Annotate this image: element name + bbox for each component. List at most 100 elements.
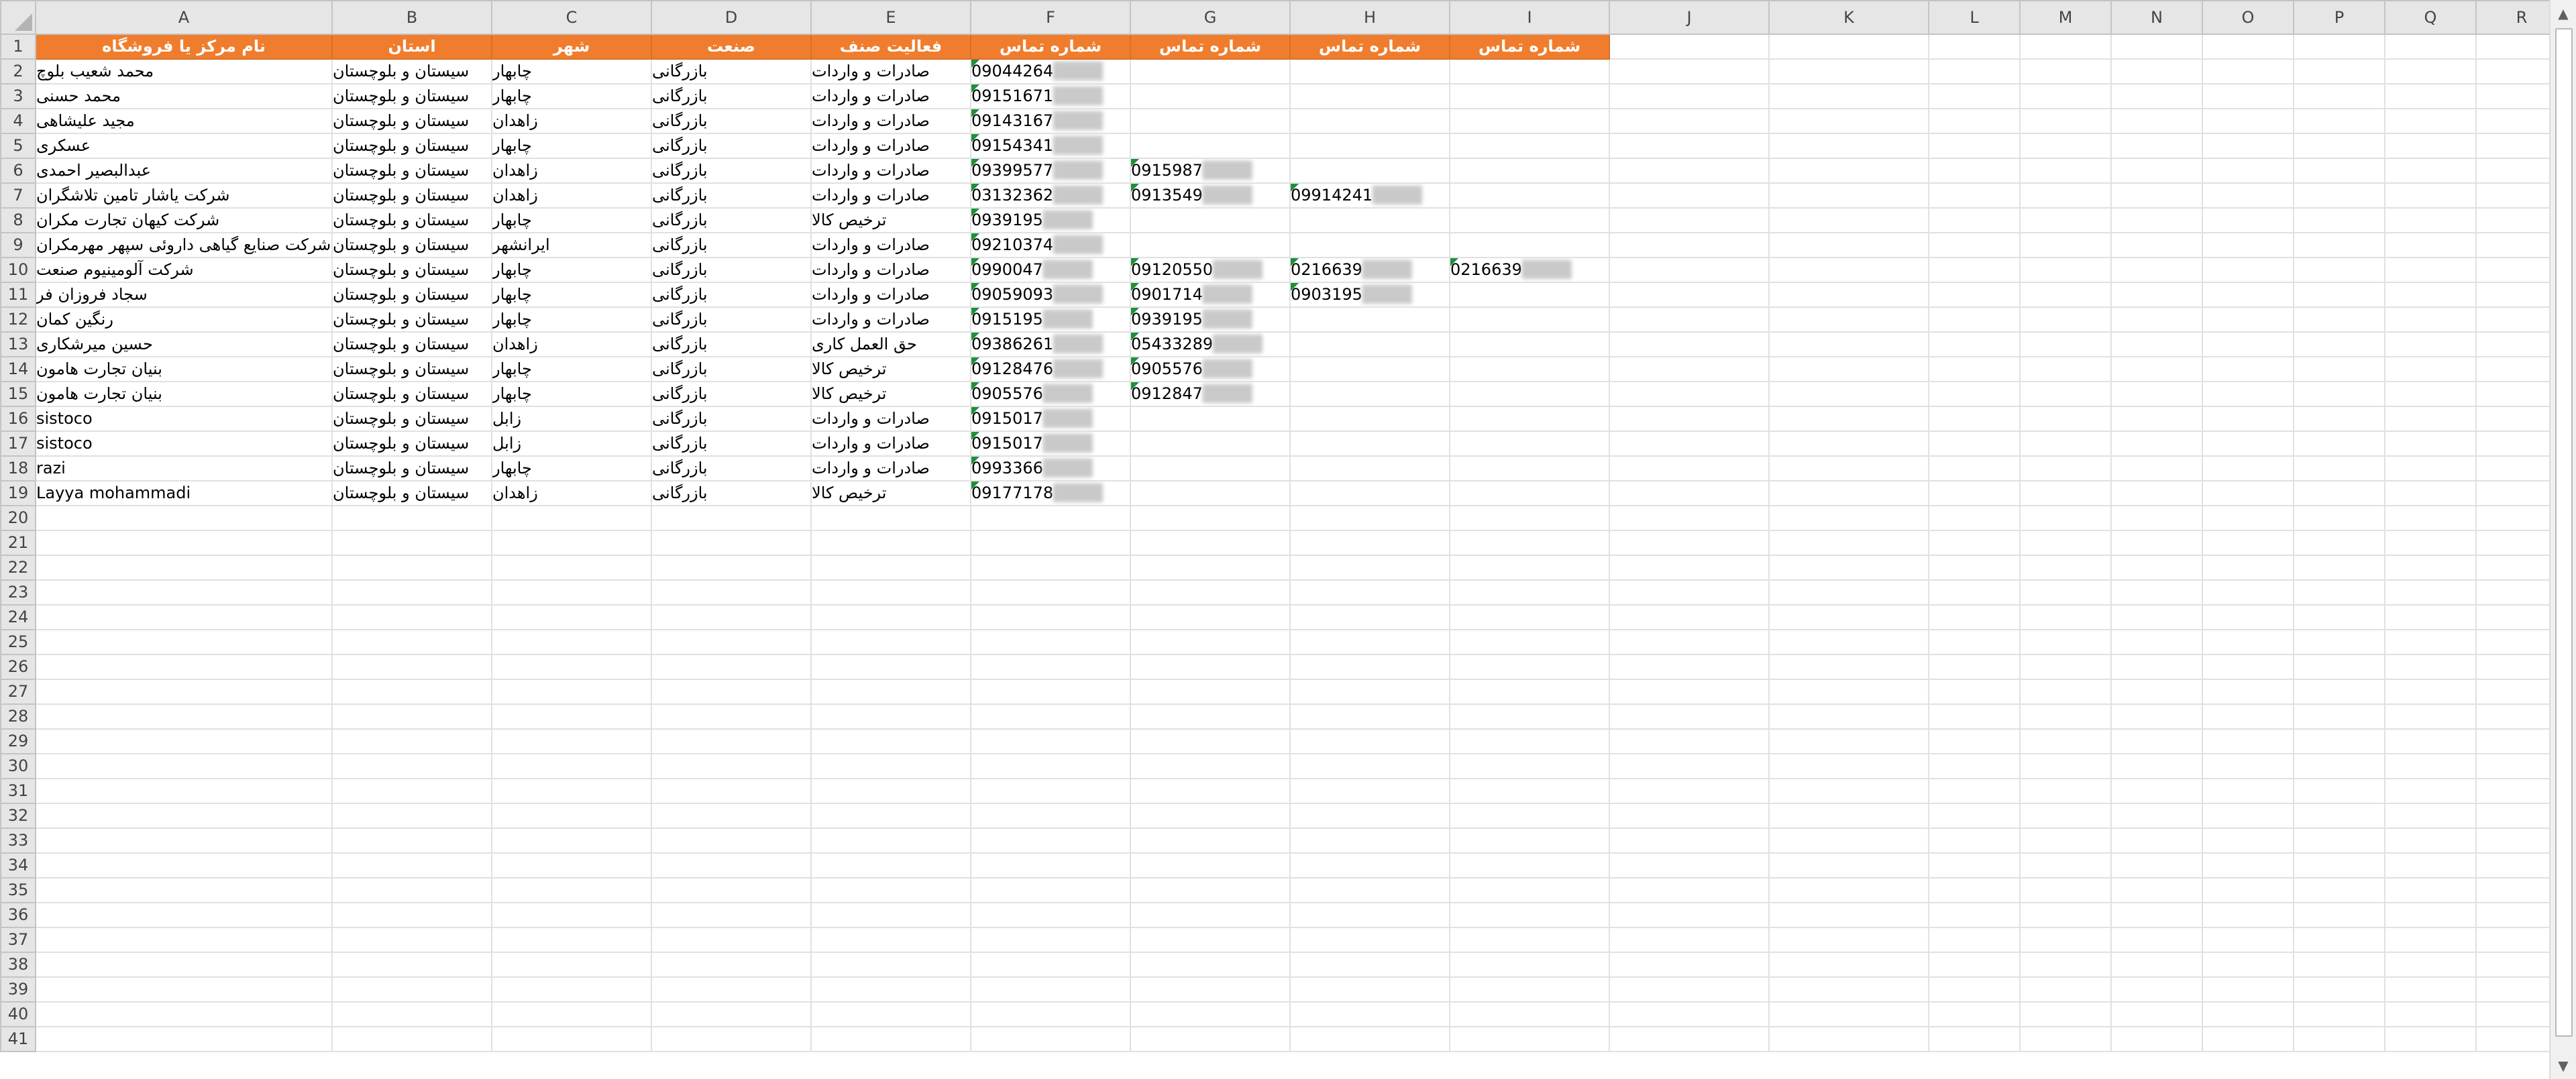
cell-b41[interactable] (331, 1026, 492, 1052)
cell-l19[interactable] (1928, 480, 2021, 506)
cell-n11[interactable] (2110, 282, 2203, 308)
cell-f23[interactable] (970, 579, 1131, 606)
cell-e8[interactable]: ترخیص کالا (810, 207, 971, 233)
cell-e16[interactable]: صادرات و واردات (810, 406, 971, 432)
cell-o26[interactable] (2202, 654, 2294, 680)
cell-r20[interactable] (2475, 505, 2549, 531)
cell-d31[interactable] (651, 778, 812, 804)
cell-p1[interactable] (2293, 34, 2385, 60)
cell-h10[interactable]: 0216639████ (1289, 257, 1450, 283)
cell-k11[interactable] (1768, 282, 1929, 308)
cell-b5[interactable]: سیستان و بلوچستان (331, 133, 492, 159)
cell-m31[interactable] (2019, 778, 2112, 804)
cell-o14[interactable] (2202, 356, 2294, 382)
cell-d11[interactable]: بازرگانی (651, 282, 812, 308)
cell-g22[interactable] (1130, 555, 1291, 581)
row-header[interactable]: 31 (0, 778, 36, 804)
cell-k33[interactable] (1768, 828, 1929, 854)
row-header[interactable]: 24 (0, 604, 36, 630)
cell-e38[interactable] (810, 952, 971, 978)
cell-b31[interactable] (331, 778, 492, 804)
cell-h21[interactable] (1289, 530, 1450, 556)
cell-g20[interactable] (1130, 505, 1291, 531)
cell-h5[interactable] (1289, 133, 1450, 159)
cell-i26[interactable] (1449, 654, 1610, 680)
scroll-up-icon[interactable]: ▲ (2551, 1, 2576, 25)
cell-g29[interactable] (1130, 728, 1291, 754)
cell-q9[interactable] (2384, 232, 2477, 258)
cell-p12[interactable] (2293, 306, 2385, 333)
cell-q14[interactable] (2384, 356, 2477, 382)
cell-m6[interactable] (2019, 158, 2112, 184)
cell-b4[interactable]: سیستان و بلوچستان (331, 108, 492, 134)
cell-f13[interactable]: 09386261████ (970, 331, 1131, 357)
cell-i15[interactable] (1449, 381, 1610, 407)
cell-e29[interactable] (810, 728, 971, 754)
cell-g36[interactable] (1130, 902, 1291, 928)
cell-g21[interactable] (1130, 530, 1291, 556)
cell-l4[interactable] (1928, 108, 2021, 134)
cell-o4[interactable] (2202, 108, 2294, 134)
cell-o31[interactable] (2202, 778, 2294, 804)
row-header[interactable]: 28 (0, 703, 36, 730)
cell-i12[interactable] (1449, 306, 1610, 333)
row-header[interactable]: 21 (0, 530, 36, 556)
cell-p9[interactable] (2293, 232, 2385, 258)
cell-d25[interactable] (651, 629, 812, 655)
cell-b1[interactable]: استان (331, 34, 492, 60)
cell-c8[interactable]: چابهار (491, 207, 652, 233)
cell-l2[interactable] (1928, 58, 2021, 84)
cell-j41[interactable] (1609, 1026, 1770, 1052)
cell-m8[interactable] (2019, 207, 2112, 233)
cell-i37[interactable] (1449, 927, 1610, 953)
cell-d12[interactable]: بازرگانی (651, 306, 812, 333)
cell-k23[interactable] (1768, 579, 1929, 606)
row-header[interactable]: 7 (0, 182, 36, 209)
cell-a29[interactable] (35, 728, 333, 754)
cell-j17[interactable] (1609, 431, 1770, 457)
cell-g32[interactable] (1130, 803, 1291, 829)
cell-a37[interactable] (35, 927, 333, 953)
cell-e7[interactable]: صادرات و واردات (810, 182, 971, 209)
cell-e36[interactable] (810, 902, 971, 928)
cell-m23[interactable] (2019, 579, 2112, 606)
cell-g13[interactable]: 05433289████ (1130, 331, 1291, 357)
cell-c14[interactable]: چابهار (491, 356, 652, 382)
cell-e30[interactable] (810, 753, 971, 779)
cell-b23[interactable] (331, 579, 492, 606)
cell-d4[interactable]: بازرگانی (651, 108, 812, 134)
cell-f36[interactable] (970, 902, 1131, 928)
cell-d17[interactable]: بازرگانی (651, 431, 812, 457)
column-header-m[interactable]: M (2019, 0, 2112, 35)
cell-a1[interactable]: نام مرکز یا فروشگاه (35, 34, 333, 60)
row-header[interactable]: 26 (0, 654, 36, 680)
cell-h12[interactable] (1289, 306, 1450, 333)
cell-k41[interactable] (1768, 1026, 1929, 1052)
cell-n5[interactable] (2110, 133, 2203, 159)
cell-n15[interactable] (2110, 381, 2203, 407)
cell-r33[interactable] (2475, 828, 2549, 854)
cell-g17[interactable] (1130, 431, 1291, 457)
cell-j1[interactable] (1609, 34, 1770, 60)
cell-e40[interactable] (810, 1001, 971, 1027)
cell-a26[interactable] (35, 654, 333, 680)
row-header[interactable]: 15 (0, 381, 36, 407)
cell-m39[interactable] (2019, 976, 2112, 1003)
cell-a8[interactable]: شرکت کیهان تجارت مکران (35, 207, 333, 233)
cell-d38[interactable] (651, 952, 812, 978)
cell-r22[interactable] (2475, 555, 2549, 581)
row-header[interactable]: 16 (0, 406, 36, 432)
cell-f25[interactable] (970, 629, 1131, 655)
cell-r39[interactable] (2475, 976, 2549, 1003)
cell-l23[interactable] (1928, 579, 2021, 606)
cell-b13[interactable]: سیستان و بلوچستان (331, 331, 492, 357)
cell-p22[interactable] (2293, 555, 2385, 581)
cell-p34[interactable] (2293, 852, 2385, 878)
cell-q31[interactable] (2384, 778, 2477, 804)
cell-o3[interactable] (2202, 83, 2294, 109)
cell-e17[interactable]: صادرات و واردات (810, 431, 971, 457)
cell-n10[interactable] (2110, 257, 2203, 283)
cell-q30[interactable] (2384, 753, 2477, 779)
cell-d41[interactable] (651, 1026, 812, 1052)
cell-e32[interactable] (810, 803, 971, 829)
